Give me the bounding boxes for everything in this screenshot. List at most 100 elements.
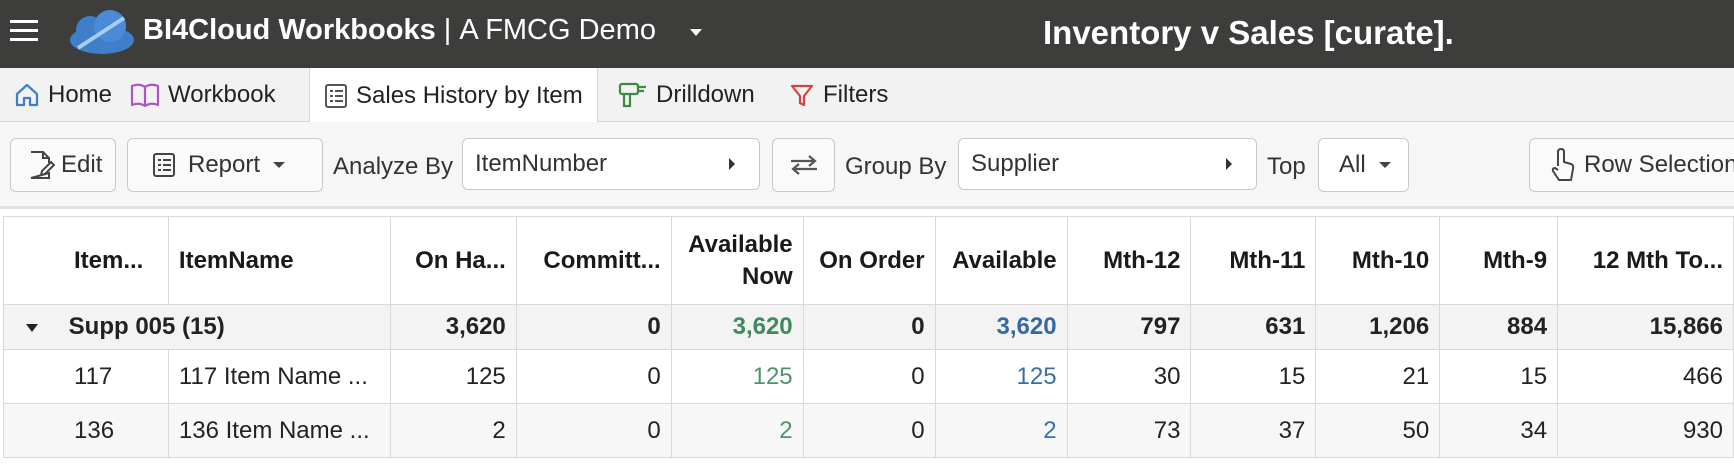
table-row[interactable]: 136 136 Item Name ... 2 0 2 0 2 73 37 50… (3, 403, 1734, 458)
group-committed: 0 (515, 304, 672, 350)
analyze-by-select[interactable]: ItemNumber (462, 138, 760, 190)
item-number-cell: 117 (3, 349, 169, 404)
toolbar-divider (0, 206, 1734, 209)
hamburger-menu-icon[interactable] (10, 18, 38, 44)
col-header-mth-9[interactable]: Mth-9 (1439, 216, 1559, 305)
tab-drilldown[interactable]: Drilldown (618, 68, 755, 122)
group-mth-9: 884 (1439, 304, 1559, 350)
col-header-available-now-line2: Now (741, 262, 793, 290)
edit-document-icon (30, 151, 55, 179)
row-selection-button[interactable]: Row Selection (1529, 138, 1734, 192)
caret-down-icon (1378, 162, 1391, 168)
group-by-select[interactable]: Supplier (958, 138, 1257, 190)
pointer-hand-icon (1551, 148, 1575, 181)
group-label: Supp 005 (15) (68, 313, 225, 340)
mth-10-cell: 50 (1315, 403, 1441, 458)
analyze-by-label: Analyze By (333, 153, 454, 180)
available-cell: 2 (934, 403, 1068, 458)
app-header: BI4Cloud Workbooks | A FMCG Demo Invento… (0, 0, 1734, 68)
col-header-item-name[interactable]: ItemName (167, 216, 391, 305)
edit-button-label: Edit (61, 151, 103, 178)
12-mth-total-cell: 466 (1557, 349, 1734, 404)
tab-home[interactable]: Home (14, 68, 112, 122)
top-label: Top (1267, 153, 1306, 180)
mth-9-cell: 15 (1439, 349, 1559, 404)
tab-sales-history-label: Sales History by Item (356, 81, 583, 109)
tab-workbook-label: Workbook (168, 81, 276, 108)
available-now-cell: 125 (670, 349, 804, 404)
col-header-mth-12[interactable]: Mth-12 (1066, 216, 1192, 305)
item-name-cell: 117 Item Name ... (167, 349, 391, 404)
filter-icon (790, 84, 814, 107)
group-mth-10: 1,206 (1315, 304, 1441, 350)
col-header-available-now-line1: Available (688, 230, 793, 258)
caret-right-icon (729, 158, 735, 170)
mth-9-cell: 34 (1439, 403, 1559, 458)
top-value: All (1339, 151, 1366, 178)
book-icon (130, 83, 160, 108)
available-now-cell: 2 (670, 403, 804, 458)
collapse-caret-icon[interactable] (26, 323, 38, 332)
committed-cell: 0 (515, 349, 672, 404)
col-header-item-number[interactable]: Item... (3, 216, 169, 305)
workbook-title: Inventory v Sales [curate]. (1043, 14, 1454, 51)
group-by-value: Supplier (971, 150, 1060, 177)
group-label-cell[interactable]: Supp 005 (15) (3, 304, 391, 350)
group-on-order: 0 (802, 304, 936, 350)
col-header-mth-10[interactable]: Mth-10 (1315, 216, 1441, 305)
col-header-on-order[interactable]: On Order (802, 216, 936, 305)
group-row[interactable]: Supp 005 (15) 3,620 0 3,620 0 3,620 797 … (3, 304, 1734, 350)
available-cell: 125 (934, 349, 1068, 404)
tab-filters-label: Filters (823, 81, 889, 108)
title-separator: | (443, 14, 452, 46)
header-row: Item... ItemName On Ha... Committ... Ava… (3, 216, 1734, 305)
item-name-cell: 136 Item Name ... (167, 403, 391, 458)
col-header-committed[interactable]: Committ... (515, 216, 672, 305)
mth-11-cell: 15 (1190, 349, 1317, 404)
tab-bar: Home Workbook Sales History by Item Dril… (0, 68, 1734, 123)
edit-button[interactable]: Edit (10, 138, 116, 192)
mth-11-cell: 37 (1190, 403, 1317, 458)
tab-filters[interactable]: Filters (789, 68, 888, 122)
col-header-on-hand[interactable]: On Ha... (389, 216, 517, 305)
sales-history-grid: Item... ItemName On Ha... Committ... Ava… (3, 216, 1734, 458)
drill-icon (618, 82, 646, 108)
12-mth-total-cell: 930 (1557, 403, 1734, 458)
table-row[interactable]: 117 117 Item Name ... 125 0 125 0 125 30… (3, 349, 1734, 404)
group-mth-11: 631 (1190, 304, 1317, 350)
on-hand-cell: 125 (389, 349, 517, 404)
col-header-available-now[interactable]: Available Now (670, 216, 804, 305)
group-mth-12: 797 (1066, 304, 1192, 350)
swap-arrows-icon (790, 155, 817, 175)
home-icon (15, 83, 39, 107)
report-button[interactable]: Report (127, 138, 323, 192)
swap-button[interactable] (772, 138, 835, 192)
tab-home-label: Home (48, 81, 113, 108)
cloud-logo-icon (70, 10, 134, 54)
tab-sales-history[interactable]: Sales History by Item (309, 68, 598, 123)
col-header-mth-11[interactable]: Mth-11 (1190, 216, 1317, 305)
group-by-label: Group By (845, 153, 947, 180)
col-header-available[interactable]: Available (934, 216, 1068, 305)
analyze-by-value: ItemNumber (475, 150, 608, 177)
group-available-now: 3,620 (670, 304, 804, 350)
caret-down-icon (273, 162, 286, 168)
top-select[interactable]: All (1318, 138, 1409, 192)
group-on-hand: 3,620 (389, 304, 517, 350)
list-icon (325, 83, 347, 108)
chevron-down-icon[interactable] (689, 28, 703, 38)
row-selection-label: Row Selection (1584, 151, 1734, 178)
tenant-name: A FMCG Demo (459, 14, 656, 46)
group-available: 3,620 (934, 304, 1068, 350)
app-title[interactable]: BI4Cloud Workbooks | A FMCG Demo (143, 14, 656, 47)
col-header-12-mth-total[interactable]: 12 Mth To... (1557, 216, 1734, 305)
on-hand-cell: 2 (389, 403, 517, 458)
mth-12-cell: 30 (1066, 349, 1192, 404)
caret-right-icon (1226, 158, 1232, 170)
tab-workbook[interactable]: Workbook (130, 68, 276, 122)
tab-drilldown-label: Drilldown (656, 81, 755, 108)
toolbar: Edit Report Analyze By ItemNumber Group … (0, 122, 1734, 206)
group-12-mth-total: 15,866 (1557, 304, 1734, 350)
mth-10-cell: 21 (1315, 349, 1441, 404)
report-button-label: Report (188, 151, 261, 178)
